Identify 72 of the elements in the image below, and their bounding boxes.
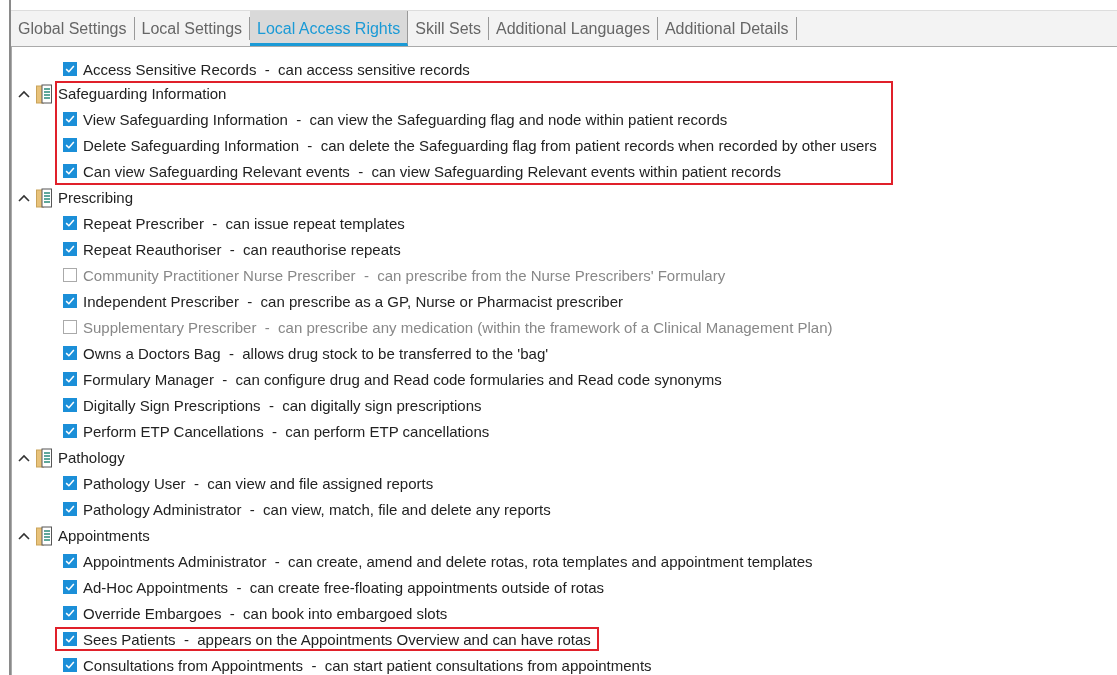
permission-row[interactable]: Pathology Administrator - can view, match, file and delete any reports — [55, 497, 559, 521]
tab[interactable]: Skill Sets — [408, 17, 489, 40]
permission-row[interactable]: Perform ETP Cancellations - can perform ETP cancellations — [55, 419, 498, 443]
checkbox[interactable] — [63, 476, 77, 490]
permission-row[interactable]: Consultations from Appointments - can start patient consultations from appointments — [55, 653, 660, 675]
checkbox[interactable] — [63, 112, 77, 126]
book-icon — [36, 526, 52, 546]
permission-row[interactable]: View Safeguarding Information - can view the Safeguarding flag and node within patient records — [55, 107, 736, 131]
permission-label: Supplementary Prescriber - can prescribe any medication (within the framework of a Clinical Management Plan) — [83, 318, 833, 336]
checkbox[interactable] — [63, 632, 77, 646]
highlighted-permission-row[interactable]: Sees Patients - appears on the Appointments Overview and can have rotas — [55, 627, 599, 651]
permission-row[interactable]: Override Embargoes - can book into embargoed slots — [55, 601, 456, 625]
checkbox[interactable] — [63, 294, 77, 308]
permission-label: Community Practitioner Nurse Prescriber - can prescribe from the Nurse Prescribers' Formulary — [83, 266, 726, 284]
permission-label: Override Embargoes - can book into embargoed slots — [83, 604, 448, 622]
permission-row[interactable]: Repeat Reauthoriser - can reauthorise repeats — [55, 237, 409, 261]
checkbox[interactable] — [63, 424, 77, 438]
permission-row[interactable]: Owns a Doctors Bag - allows drug stock to be transferred to the 'bag' — [55, 341, 557, 365]
group-label: Appointments — [57, 526, 151, 546]
tab[interactable]: Additional Languages — [489, 17, 658, 40]
permission-label: View Safeguarding Information - can view the Safeguarding flag and node within patient records — [83, 110, 728, 128]
group-label: Prescribing — [57, 188, 135, 208]
tab[interactable]: Additional Details — [657, 17, 797, 40]
checkbox[interactable] — [63, 502, 77, 516]
permission-row[interactable]: Ad-Hoc Appointments - can create free-floating appointments outside of rotas — [55, 575, 613, 599]
permission-label: Repeat Prescriber - can issue repeat templates — [83, 214, 405, 232]
book-icon — [36, 188, 52, 208]
permission-label: Independent Prescriber - can prescribe as a GP, Nurse or Pharmacist prescriber — [83, 292, 623, 310]
checkbox[interactable] — [63, 580, 77, 594]
permission-row[interactable]: Formulary Manager - can configure drug and Read code formularies and Read code synonyms — [55, 367, 730, 391]
permission-label: Repeat Reauthoriser - can reauthorise repeats — [83, 240, 401, 258]
group-label: Safeguarding Information — [57, 84, 228, 104]
checkbox[interactable] — [63, 138, 77, 152]
permission-row[interactable]: Pathology User - can view and file assigned reports — [55, 471, 442, 495]
permission-row[interactable]: Access Sensitive Records - can access sensitive records — [55, 57, 478, 81]
book-icon — [36, 448, 52, 468]
checkbox[interactable] — [63, 346, 77, 360]
checkbox[interactable] — [63, 372, 77, 386]
group-label: Pathology — [57, 448, 126, 468]
checkbox[interactable] — [63, 216, 77, 230]
permission-row[interactable]: Digitally Sign Prescriptions - can digitally sign prescriptions — [55, 393, 490, 417]
collapse-chevron-icon[interactable] — [18, 532, 30, 540]
permission-label: Perform ETP Cancellations - can perform ETP cancellations — [83, 422, 490, 440]
permission-label: Sees Patients - appears on the Appointments Overview and can have rotas — [83, 630, 591, 648]
permission-label: Access Sensitive Records - can access sensitive records — [83, 60, 470, 78]
collapse-chevron-icon[interactable] — [18, 90, 30, 98]
permission-label: Pathology Administrator - can view, match, file and delete any reports — [83, 500, 551, 518]
permission-label: Digitally Sign Prescriptions - can digitally sign prescriptions — [83, 396, 482, 414]
permission-row[interactable]: Delete Safeguarding Information - can delete the Safeguarding flag from patient records when recorded by other users — [55, 133, 885, 157]
permission-label: Delete Safeguarding Information - can delete the Safeguarding flag from patient records when recorded by other users — [83, 136, 877, 154]
checkbox[interactable] — [63, 164, 77, 178]
checkbox[interactable] — [63, 62, 77, 76]
permission-row[interactable]: Appointments Administrator - can create, amend and delete rotas, rota templates and appointment templates — [55, 549, 821, 573]
checkbox[interactable] — [63, 606, 77, 620]
checkbox[interactable] — [63, 398, 77, 412]
checkbox[interactable] — [63, 242, 77, 256]
permission-label: Formulary Manager - can configure drug and Read code formularies and Read code synonyms — [83, 370, 722, 388]
permission-row[interactable]: Independent Prescriber - can prescribe as a GP, Nurse or Pharmacist prescriber — [55, 289, 631, 313]
collapse-chevron-icon[interactable] — [18, 454, 30, 462]
permission-row[interactable]: Can view Safeguarding Relevant events - can view Safeguarding Relevant events within patient records — [55, 159, 789, 183]
permission-label: Consultations from Appointments - can start patient consultations from appointments — [83, 656, 652, 674]
collapse-chevron-icon[interactable] — [18, 194, 30, 202]
checkbox[interactable] — [63, 554, 77, 568]
checkbox[interactable] — [63, 658, 77, 672]
book-icon — [36, 84, 52, 104]
permission-label: Can view Safeguarding Relevant events - can view Safeguarding Relevant events within patient records — [83, 162, 781, 180]
permission-label: Ad-Hoc Appointments - can create free-floating appointments outside of rotas — [83, 578, 605, 596]
permission-label: Owns a Doctors Bag - allows drug stock to be transferred to the 'bag' — [83, 344, 549, 362]
tab[interactable]: Global Settings — [11, 17, 135, 40]
permission-label: Appointments Administrator - can create, amend and delete rotas, rota templates and appointment templates — [83, 552, 813, 570]
permission-label: Pathology User - can view and file assigned reports — [83, 474, 434, 492]
permission-row[interactable]: Repeat Prescriber - can issue repeat templates — [55, 211, 413, 235]
